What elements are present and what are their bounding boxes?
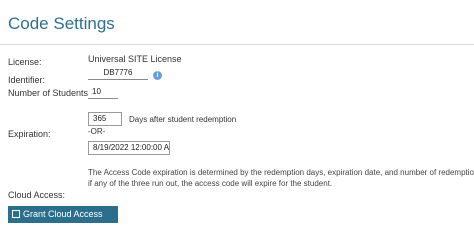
license-value: Universal SITE License	[88, 54, 182, 64]
page-title: Code Settings	[8, 14, 115, 33]
days-suffix: Days after student redemption	[129, 115, 237, 124]
help-text-line2: if any of the three run out, the access …	[88, 179, 333, 188]
title-divider	[0, 44, 474, 45]
days-input[interactable]: 365	[88, 112, 122, 126]
students-label: Number of Students:	[8, 88, 91, 98]
or-text: -OR-	[88, 127, 106, 136]
expiration-label: Expiration:	[8, 129, 51, 139]
checkbox-icon	[12, 209, 20, 218]
license-label: License:	[8, 57, 42, 67]
info-icon[interactable]: i	[153, 71, 162, 80]
grant-cloud-access-label: Grant Cloud Access	[23, 209, 103, 219]
students-field[interactable]: 10	[88, 86, 118, 99]
cloud-access-label: Cloud Access:	[8, 190, 66, 200]
grant-cloud-access-button[interactable]: Grant Cloud Access	[8, 206, 118, 223]
expiration-date-input[interactable]: 8/19/2022 12:00:00 AM	[88, 141, 170, 155]
identifier-field[interactable]: DB7776	[88, 67, 148, 80]
identifier-label: Identifier:	[8, 75, 46, 85]
help-text-line1: The Access Code expiration is determined…	[88, 168, 474, 177]
